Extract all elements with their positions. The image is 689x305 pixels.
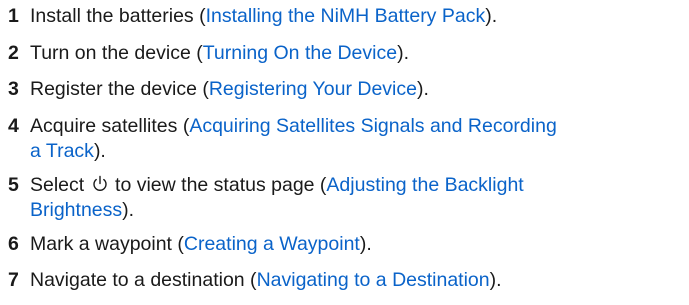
step-number: 2	[8, 41, 19, 64]
step-7: 7 Navigate to a destination (Navigating …	[8, 268, 684, 293]
step-text: Turn on the device (Turning On the Devic…	[30, 41, 684, 66]
step-2: 2 Turn on the device (Turning On the Dev…	[8, 41, 684, 66]
power-icon	[92, 175, 108, 193]
step-text-before: Navigate to a destination (	[30, 269, 257, 291]
step-text-before: Acquire satellites (	[30, 114, 190, 137]
step-text: Navigate to a destination (Navigating to…	[30, 268, 684, 293]
step-text-after: ).	[416, 78, 429, 100]
step-text-after: ).	[489, 269, 502, 291]
step-text: Register the device (Registering Your De…	[30, 77, 684, 102]
step-text-before: Install the batteries (	[30, 5, 206, 27]
step-number: 5	[8, 173, 19, 196]
link-turning-on-device[interactable]: Turning On the Device	[203, 42, 397, 64]
step-5: 5 Select to view the status page (Adjust…	[8, 173, 684, 223]
step-text-after: ).	[93, 139, 106, 162]
step-number: 7	[8, 269, 19, 291]
step-number: 3	[8, 78, 19, 100]
step-text-after: ).	[485, 5, 498, 27]
step-number: 1	[8, 5, 19, 27]
link-line-1: Adjusting the Backlight	[326, 173, 524, 196]
link-line-2: a Track	[30, 139, 94, 162]
link-registering-device[interactable]: Registering Your Device	[209, 78, 417, 100]
step-text-after: ).	[359, 232, 372, 255]
step-text-middle: to view the status page (	[115, 173, 327, 196]
step-number: 6	[8, 232, 19, 255]
step-text-before: Register the device (	[30, 78, 209, 100]
link-line-2: Brightness	[30, 198, 123, 221]
step-text: Mark a waypoint (Creating a Waypoint).	[30, 232, 684, 257]
step-number: 4	[8, 114, 19, 137]
step-text: Acquire satellites (Acquiring Satellites…	[30, 114, 684, 164]
step-1: 1 Install the batteries (Installing the …	[8, 4, 684, 29]
link-navigating-destination[interactable]: Navigating to a Destination	[257, 269, 490, 291]
link-creating-waypoint[interactable]: Creating a Waypoint	[184, 233, 360, 255]
step-text-before: Turn on the device (	[30, 41, 203, 64]
link-line-1: Acquiring Satellites Signals and Recordi…	[189, 114, 557, 137]
step-6: 6 Mark a waypoint (Creating a Waypoint).	[8, 232, 684, 257]
link-installing-battery-pack[interactable]: Installing the NiMH Battery Pack	[206, 5, 486, 27]
step-text-after: ).	[397, 41, 409, 64]
step-text: Install the batteries (Installing the Ni…	[30, 4, 684, 29]
step-4: 4 Acquire satellites (Acquiring Satellit…	[8, 114, 684, 164]
numbered-steps-list: 1 Install the batteries (Installing the …	[8, 4, 684, 305]
step-text-before: Mark a waypoint (	[30, 232, 184, 255]
step-text: Select to view the status page (Adjustin…	[30, 173, 684, 223]
step-text-after: ).	[122, 198, 135, 221]
step-3: 3 Register the device (Registering Your …	[8, 77, 684, 102]
step-text-before: Select	[30, 173, 85, 196]
